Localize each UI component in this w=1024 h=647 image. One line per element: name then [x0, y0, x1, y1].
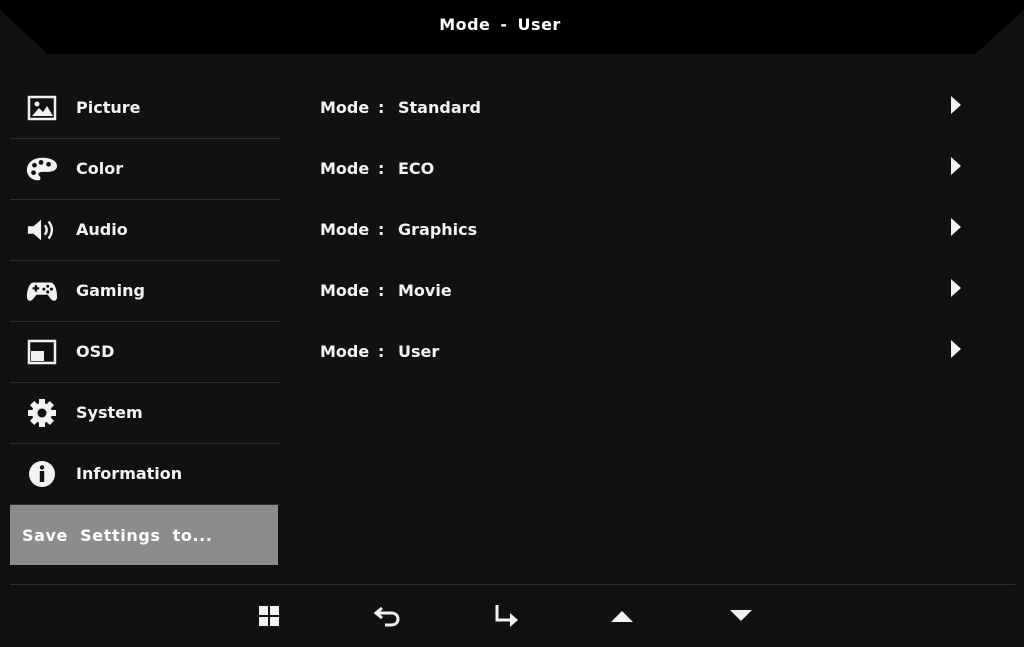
- mode-colon: :: [378, 281, 385, 300]
- info-icon: [26, 459, 58, 489]
- mode-item-standard[interactable]: Mode : Standard: [320, 80, 980, 141]
- mode-value: Graphics: [398, 220, 478, 239]
- sidebar-item-color[interactable]: Color: [10, 139, 280, 200]
- mode-label: Mode: [320, 281, 370, 300]
- mode-item-graphics[interactable]: Mode : Graphics: [320, 202, 980, 263]
- sidebar-item-gaming[interactable]: Gaming: [10, 261, 280, 322]
- gear-icon: [26, 398, 58, 428]
- title-separator: -: [500, 15, 508, 34]
- sidebar-item-label: Information: [76, 464, 183, 483]
- mode-colon: :: [378, 342, 385, 361]
- chevron-right-icon: [951, 340, 961, 358]
- sidebar-item-label: Audio: [76, 220, 128, 239]
- mode-item-eco[interactable]: Mode : ECO: [320, 141, 980, 202]
- mode-label: Mode: [320, 159, 370, 178]
- sidebar-item-label: Gaming: [76, 281, 145, 300]
- mode-label: Mode: [320, 98, 370, 117]
- sidebar-item-picture[interactable]: Picture: [10, 78, 280, 139]
- sidebar-item-label: OSD: [76, 342, 115, 361]
- chevron-right-icon: [951, 218, 961, 236]
- page-title: Mode - User: [0, 15, 1000, 34]
- osd-window: Mode - User Picture Color Audio Gaming O…: [0, 0, 1024, 647]
- sidebar-item-audio[interactable]: Audio: [10, 200, 280, 261]
- save-settings-button[interactable]: Save Settings to...: [10, 505, 278, 565]
- mode-item-user[interactable]: Mode : User: [320, 324, 980, 385]
- mode-item-movie[interactable]: Mode : Movie: [320, 263, 980, 324]
- sidebar-item-label: Picture: [76, 98, 141, 117]
- down-arrow-icon[interactable]: [726, 600, 756, 632]
- up-arrow-icon[interactable]: [607, 600, 637, 632]
- mode-list: Mode : Standard Mode : ECO Mode : Graphi…: [320, 80, 980, 385]
- sidebar-item-osd[interactable]: OSD: [10, 322, 280, 383]
- palette-icon: [26, 154, 58, 184]
- osd-icon: [26, 337, 58, 367]
- speaker-icon: [26, 215, 58, 245]
- chevron-right-icon: [951, 279, 961, 297]
- sidebar-item-system[interactable]: System: [10, 383, 280, 444]
- sidebar-item-label: Color: [76, 159, 124, 178]
- menu-grid-icon[interactable]: [254, 600, 284, 632]
- gamepad-icon: [26, 276, 58, 306]
- title-section: Mode: [439, 15, 491, 34]
- chevron-right-icon: [951, 157, 961, 175]
- mode-value: User: [398, 342, 440, 361]
- sidebar: Picture Color Audio Gaming OSD System In…: [10, 78, 280, 505]
- footer-divider: [10, 584, 1015, 585]
- enter-icon[interactable]: [491, 600, 521, 632]
- chevron-right-icon: [951, 96, 961, 114]
- mode-label: Mode: [320, 220, 370, 239]
- sidebar-item-information[interactable]: Information: [10, 444, 280, 505]
- mode-colon: :: [378, 220, 385, 239]
- mode-value: ECO: [398, 159, 435, 178]
- save-settings-label: Save Settings to...: [22, 526, 213, 545]
- picture-icon: [26, 93, 58, 123]
- mode-value: Standard: [398, 98, 481, 117]
- mode-label: Mode: [320, 342, 370, 361]
- osd-header: Mode - User: [0, 0, 1024, 56]
- mode-colon: :: [378, 159, 385, 178]
- mode-colon: :: [378, 98, 385, 117]
- mode-value: Movie: [398, 281, 452, 300]
- title-mode: User: [517, 15, 561, 34]
- sidebar-item-label: System: [76, 403, 143, 422]
- back-return-icon[interactable]: [372, 600, 402, 632]
